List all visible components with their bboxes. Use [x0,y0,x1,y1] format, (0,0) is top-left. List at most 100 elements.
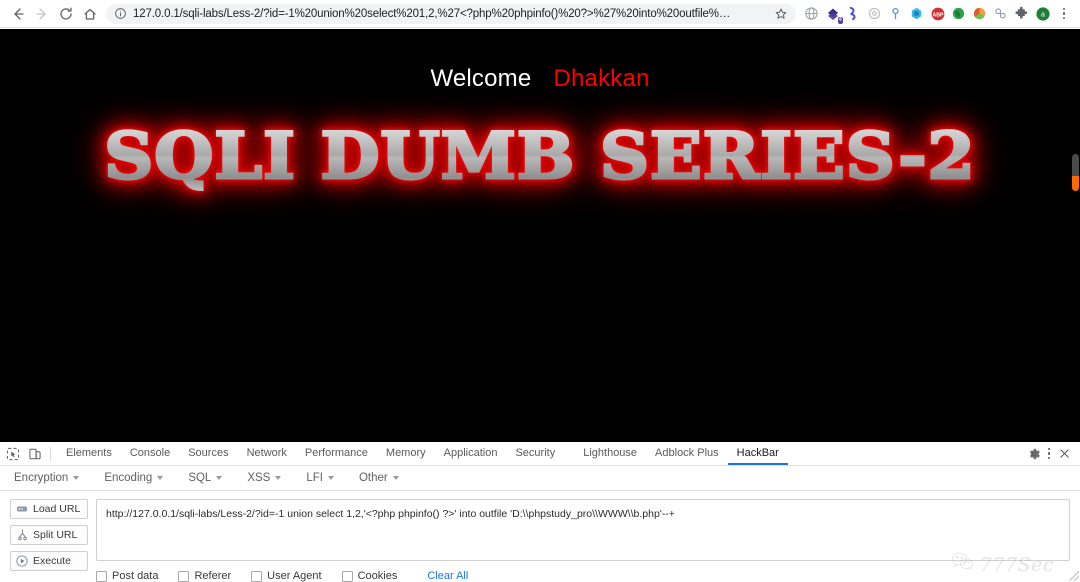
devtools-actions [1026,446,1080,462]
checkbox-post-data[interactable]: Post data [96,570,158,582]
globe-extension-icon[interactable] [802,4,821,23]
colorful-circle-extension-icon[interactable] [970,4,989,23]
svg-text:a: a [1041,11,1045,18]
forward-button[interactable] [30,2,54,26]
tab-memory[interactable]: Memory [377,442,435,465]
home-button[interactable] [78,2,102,26]
load-url-label: Load URL [33,503,81,515]
checkbox-post-data-label: Post data [112,570,159,582]
tab-elements[interactable]: Elements [57,442,121,465]
split-url-label: Split URL [33,529,78,541]
welcome-heading: Welcome Dhakkan [0,29,1080,93]
gear-icon[interactable] [1026,446,1042,462]
load-url-icon [16,503,28,515]
location-pin-extension-icon[interactable] [886,4,905,23]
checkbox-post-data-box[interactable] [96,570,107,582]
page-viewport: Welcome Dhakkan SQLI DUMB SERIES-2 SQLI D… [0,29,1080,441]
hackbar-options-row: Post data Referer User Agent Cookies Cle… [96,570,1070,582]
device-toolbar-icon[interactable] [24,444,46,464]
checkbox-cookies[interactable]: Cookies [341,570,398,582]
page-scrollbar-marker [1072,176,1079,191]
hackbar-extension-icon[interactable] [907,4,926,23]
hackbar-input-area: http://127.0.0.1/sqli-labs/Less-2/?id=-1… [96,499,1079,582]
sqli-banner: SQLI DUMB SERIES-2 SQLI DUMB SERIES-2 [0,118,1080,223]
checkbox-user-agent-label: User Agent [267,570,322,582]
tab-performance[interactable]: Performance [296,442,377,465]
extension-tray: 4 ABP a [802,4,1074,24]
page-scrollbar[interactable] [1071,29,1080,441]
load-url-button[interactable]: Load URL [10,499,88,519]
toolbar-divider [50,446,51,461]
checkbox-user-agent[interactable]: User Agent [251,570,322,582]
tab-network[interactable]: Network [238,442,296,465]
tab-console[interactable]: Console [121,442,179,465]
green-globe-extension-icon[interactable] [949,4,968,23]
inspect-element-icon[interactable] [2,444,24,464]
more-options-icon[interactable] [1047,447,1050,460]
chrome-menu-icon[interactable] [1054,4,1074,24]
execute-label: Execute [33,555,71,567]
tab-security[interactable]: Security [506,442,564,465]
menu-other[interactable]: Other [359,472,412,484]
checkbox-referer-label: Referer [194,570,232,582]
hackbar-url-textarea[interactable]: http://127.0.0.1/sqli-labs/Less-2/?id=-1… [96,499,1070,561]
chevron-down-icon [73,476,80,480]
hackbar-body: Load URL Split URL Execute http://127.0.… [0,491,1080,582]
user-name-text: Dhakkan [553,65,650,92]
checkbox-user-agent-box[interactable] [251,570,263,582]
wappalyzer-extension-icon[interactable] [844,4,863,23]
browser-toolbar: 127.0.0.1/sqli-labs/Less-2/?id=-1%20unio… [0,0,1080,28]
menu-encryption[interactable]: Encryption [14,472,92,484]
tab-hackbar[interactable]: HackBar [728,442,788,465]
address-bar-url[interactable]: 127.0.0.1/sqli-labs/Less-2/?id=-1%20unio… [133,8,768,20]
split-url-button[interactable]: Split URL [10,525,88,545]
execute-icon [16,555,28,567]
menu-lfi[interactable]: LFI [306,472,347,484]
reload-button[interactable] [54,2,78,26]
tab-lighthouse[interactable]: Lighthouse [574,442,646,465]
menu-sql[interactable]: SQL [188,472,235,484]
textarea-resize-handle[interactable] [1069,571,1079,581]
hackbar-menubar: Encryption Encoding SQL XSS LFI Other [0,466,1080,491]
clear-all-link[interactable]: Clear All [427,570,468,582]
checkbox-cookies-label: Cookies [357,570,398,582]
chevron-down-icon [216,476,223,480]
menu-encoding[interactable]: Encoding [104,472,176,484]
grey-gear-extension-icon[interactable] [865,4,884,23]
checkbox-referer-box[interactable] [178,570,190,582]
checkbox-cookies-box[interactable] [341,570,353,582]
menu-encoding-label: Encoding [104,472,153,484]
chevron-down-icon [275,476,282,480]
menu-encryption-label: Encryption [14,472,69,484]
back-button[interactable] [6,2,30,26]
split-url-icon [16,529,28,541]
execute-button[interactable]: Execute [10,551,88,571]
profile-avatar-icon[interactable]: a [1033,4,1052,23]
address-bar[interactable]: 127.0.0.1/sqli-labs/Less-2/?id=-1%20unio… [106,3,796,24]
devtools-tabbar: Elements Console Sources Network Perform… [0,442,1080,466]
sqli-banner-text: SQLI DUMB SERIES-2 [0,118,1080,196]
chevron-down-icon [392,476,399,480]
chevron-down-icon [327,476,334,480]
checkbox-referer[interactable]: Referer [178,570,231,582]
extension-badge-count: 4 [837,17,843,24]
chevron-down-icon [157,476,164,480]
svg-text:ABP: ABP [932,12,943,18]
page-info-icon[interactable] [114,7,127,20]
close-icon[interactable] [1056,446,1072,462]
tab-adblock-plus[interactable]: Adblock Plus [646,442,728,465]
adblock-plus-extension-icon[interactable]: ABP [928,4,947,23]
proxy-switchy-extension-icon[interactable]: 4 [823,4,843,24]
link-extension-icon[interactable] [991,4,1010,23]
bookmark-star-icon[interactable] [774,7,788,21]
puzzle-extensions-icon[interactable] [1012,4,1031,23]
menu-sql-label: SQL [188,472,212,484]
menu-xss[interactable]: XSS [247,472,294,484]
tab-sources[interactable]: Sources [179,442,237,465]
menu-other-label: Other [358,472,388,484]
tab-application[interactable]: Application [435,442,507,465]
welcome-text: Welcome [430,65,532,92]
menu-lfi-label: LFI [306,472,323,484]
devtools-panel: Elements Console Sources Network Perform… [0,441,1080,582]
hackbar-action-buttons: Load URL Split URL Execute [10,499,88,582]
